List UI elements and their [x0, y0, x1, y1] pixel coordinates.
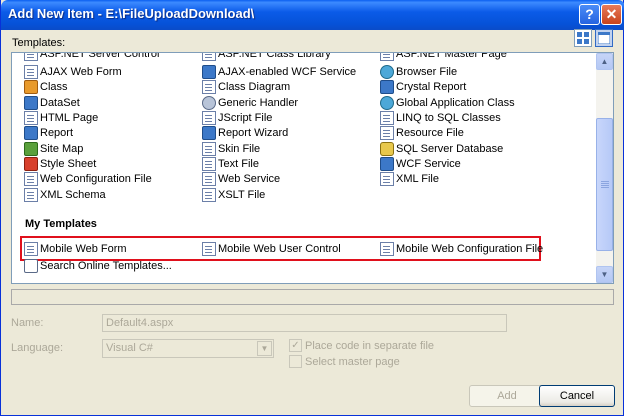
sitemap-icon [24, 141, 38, 156]
linq-icon [380, 110, 394, 125]
template-item[interactable]: AJAX Web Form [24, 64, 122, 79]
add-new-item-dialog: Add New Item - E:\FileUploadDownload\ ? … [0, 0, 624, 416]
title-bar[interactable]: Add New Item - E:\FileUploadDownload\ ? … [1, 0, 624, 30]
class-icon [24, 79, 38, 94]
template-item[interactable]: Web Configuration File [24, 171, 152, 186]
page-icon [380, 53, 394, 61]
close-button[interactable]: ✕ [601, 4, 622, 25]
browser-icon [380, 64, 394, 79]
page-icon [24, 53, 38, 61]
language-label: Language: [11, 342, 63, 354]
template-item[interactable]: Browser File [380, 64, 457, 79]
my-template-item[interactable]: Mobile Web Configuration File [380, 241, 543, 256]
text-file-icon [202, 156, 216, 171]
report-wizard-icon [202, 125, 216, 140]
xml-schema-icon [24, 187, 38, 202]
wcf-icon [202, 64, 216, 79]
template-item[interactable]: XML Schema [24, 187, 106, 202]
xslt-icon [202, 187, 216, 202]
scroll-down-button[interactable]: ▼ [596, 266, 613, 283]
xml-file-icon [380, 171, 394, 186]
template-item[interactable]: SQL Server Database [380, 141, 503, 156]
vertical-scrollbar[interactable]: ▲ ▼ [596, 53, 613, 283]
mobile-web-form-icon [24, 241, 38, 256]
template-item[interactable]: LINQ to SQL Classes [380, 110, 501, 125]
template-item[interactable]: Resource File [380, 125, 464, 140]
help-button[interactable]: ? [579, 4, 600, 25]
small-icons-icon [598, 32, 610, 44]
master-page-label: Select master page [305, 356, 400, 368]
template-item[interactable]: Class [24, 79, 68, 94]
name-input[interactable]: Default4.aspx [102, 314, 507, 332]
large-icons-view-button[interactable] [574, 29, 592, 47]
global-icon [380, 95, 394, 110]
place-code-checkbox[interactable]: ✓ [289, 339, 302, 352]
template-item[interactable]: Report Wizard [202, 125, 288, 140]
large-icons-icon [577, 32, 589, 44]
template-item[interactable]: XML File [380, 171, 439, 186]
crystal-report-icon [380, 79, 394, 94]
dataset-icon [24, 95, 38, 110]
template-item[interactable]: ASP.NET Class Library [202, 53, 331, 61]
template-item[interactable]: Web Service [202, 171, 280, 186]
chevron-down-icon[interactable]: ▼ [257, 341, 272, 356]
template-item[interactable]: DataSet [24, 95, 80, 110]
small-icons-view-button[interactable] [595, 29, 613, 47]
my-template-item[interactable]: Mobile Web User Control [202, 241, 341, 256]
description-bar [11, 289, 614, 305]
template-item[interactable]: ASP.NET Master Page [380, 53, 507, 61]
window-title: Add New Item - E:\FileUploadDownload\ [8, 6, 255, 21]
language-select[interactable]: Visual C# ▼ [102, 339, 274, 358]
mobile-user-control-icon [202, 241, 216, 256]
class-diagram-icon [202, 79, 216, 94]
resource-icon [380, 125, 394, 140]
ajax-form-icon [24, 64, 38, 79]
name-label: Name: [11, 317, 44, 329]
html-page-icon [24, 110, 38, 125]
my-template-item[interactable]: Mobile Web Form [24, 241, 127, 256]
add-button[interactable]: Add [469, 385, 545, 407]
scroll-up-button[interactable]: ▲ [596, 53, 613, 70]
template-item[interactable]: XSLT File [202, 187, 265, 202]
templates-label: Templates: [12, 37, 66, 49]
report-icon [24, 125, 38, 140]
place-code-label: Place code in separate file [305, 340, 435, 352]
web-service-icon [202, 171, 216, 186]
template-item[interactable]: JScript File [202, 110, 272, 125]
template-item[interactable]: ASP.NET Server Control [24, 53, 159, 61]
master-page-checkbox[interactable] [289, 355, 302, 368]
template-item[interactable]: Report [24, 125, 73, 140]
template-item[interactable]: Skin File [202, 141, 260, 156]
wcf-icon [380, 156, 394, 171]
jscript-icon [202, 110, 216, 125]
template-item[interactable]: AJAX-enabled WCF Service [202, 64, 356, 79]
template-item[interactable]: Global Application Class [380, 95, 515, 110]
stylesheet-icon [24, 156, 38, 171]
webconfig-icon [24, 171, 38, 186]
template-item[interactable]: Class Diagram [202, 79, 290, 94]
grip-icon [601, 181, 609, 182]
my-templates-heading: My Templates [25, 218, 97, 230]
skin-icon [202, 141, 216, 156]
cancel-button[interactable]: Cancel [539, 385, 615, 407]
mobile-config-icon [380, 241, 394, 256]
template-item[interactable]: Style Sheet [24, 156, 96, 171]
template-item[interactable]: WCF Service [380, 156, 461, 171]
language-value: Visual C# [106, 342, 153, 354]
template-item[interactable]: Crystal Report [380, 79, 466, 94]
search-icon [24, 258, 38, 273]
search-online-templates[interactable]: Search Online Templates... [24, 258, 172, 273]
template-item[interactable]: Generic Handler [202, 95, 298, 110]
template-item[interactable]: Site Map [24, 141, 83, 156]
templates-list[interactable]: ASP.NET Server Control AJAX Web Form Cla… [11, 52, 614, 284]
template-item[interactable]: HTML Page [24, 110, 98, 125]
database-icon [380, 141, 394, 156]
scroll-thumb[interactable] [596, 118, 613, 251]
page-icon [202, 53, 216, 61]
template-item[interactable]: Text File [202, 156, 259, 171]
handler-icon [202, 95, 216, 110]
